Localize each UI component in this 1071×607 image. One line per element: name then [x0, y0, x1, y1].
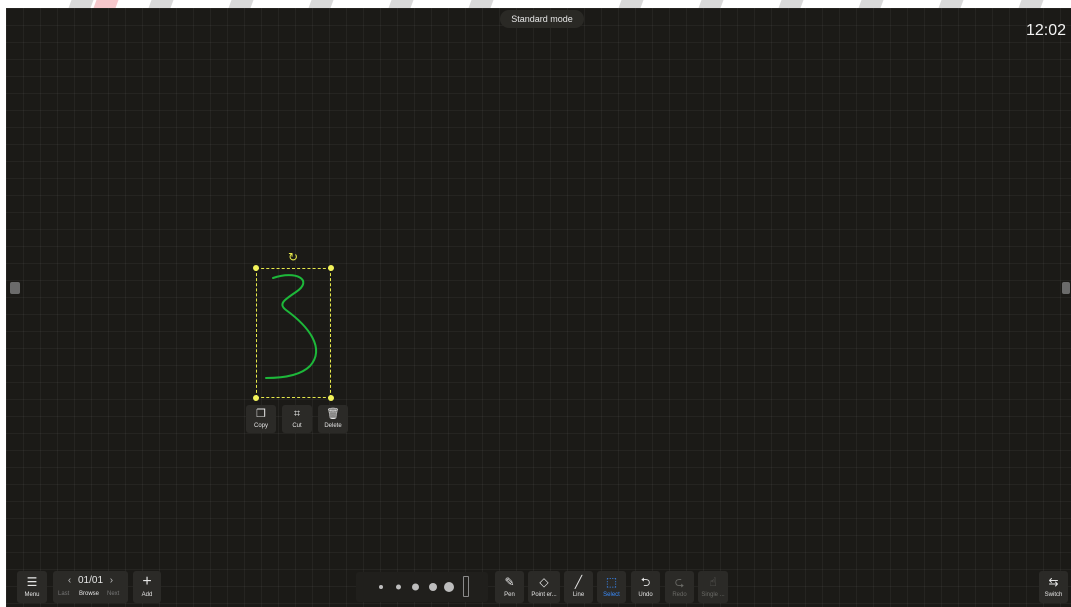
delete-label: Delete: [324, 423, 342, 429]
select-tool-button[interactable]: ⬚ Select: [597, 571, 626, 603]
browse-pages-button[interactable]: Browse: [79, 591, 99, 597]
pen-size-1[interactable]: [379, 585, 383, 589]
menu-label: Menu: [24, 592, 40, 598]
left-side-panel-handle[interactable]: [10, 282, 20, 294]
page-navigator: ‹ 01/01 › Last Browse Next: [53, 571, 128, 603]
line-tool-button[interactable]: ╱ Line: [564, 571, 593, 603]
cut-button[interactable]: ⌗ Cut: [282, 405, 312, 433]
hand-icon: ☝: [709, 575, 717, 589]
add-icon: +: [142, 573, 152, 590]
undo-button[interactable]: ⮌ Undo: [631, 571, 660, 603]
select-icon: ⬚: [605, 575, 618, 589]
pen-size-4[interactable]: [429, 583, 437, 591]
right-side-panel-handle[interactable]: [1062, 282, 1070, 294]
switch-icon: ⇆: [1048, 575, 1059, 589]
redo-label: Redo: [672, 592, 687, 598]
delete-icon: 🗑: [326, 408, 340, 420]
pen-size-2[interactable]: [396, 584, 401, 590]
undo-icon: ⮌: [640, 575, 651, 589]
pen-label: Pen: [504, 592, 515, 598]
clock: 12:02: [1025, 22, 1066, 39]
point-eraser-label: Point er...: [531, 592, 557, 598]
switch-button[interactable]: ⇆ Switch: [1039, 571, 1068, 603]
pen-icon: ✎: [504, 575, 515, 589]
redo-icon: ⮎: [674, 575, 685, 589]
add-page-button[interactable]: + Add: [133, 571, 161, 603]
selection-handle-bottom-left[interactable]: [253, 395, 259, 401]
selection-box[interactable]: [256, 268, 331, 398]
last-page-button[interactable]: Last: [58, 591, 69, 597]
menu-icon: ☰: [26, 575, 38, 589]
selection-handle-top-left[interactable]: [253, 265, 259, 271]
select-label: Select: [603, 592, 620, 598]
next-page-button[interactable]: Next: [107, 591, 119, 597]
single-touch-button[interactable]: ☝ Single ...: [698, 571, 728, 603]
pen-size-3[interactable]: [412, 583, 419, 591]
eraser-icon: ◇: [539, 575, 549, 589]
rotate-icon[interactable]: ↻: [288, 251, 298, 263]
menu-button[interactable]: ☰ Menu: [17, 571, 47, 603]
cut-icon: ⌗: [293, 408, 301, 420]
top-strip: [0, 0, 1071, 8]
copy-icon: ❐: [256, 408, 266, 420]
page-indicator: 01/01: [77, 575, 104, 586]
mode-indicator[interactable]: Standard mode: [500, 10, 584, 28]
undo-label: Undo: [638, 592, 653, 598]
selection-handle-top-right[interactable]: [328, 265, 334, 271]
pen-color-preview[interactable]: [463, 576, 469, 597]
point-eraser-button[interactable]: ◇ Point er...: [528, 571, 560, 603]
line-icon: ╱: [574, 575, 583, 589]
copy-button[interactable]: ❐ Copy: [246, 405, 276, 433]
pen-tool-button[interactable]: ✎ Pen: [495, 571, 524, 603]
redo-button[interactable]: ⮎ Redo: [665, 571, 694, 603]
delete-button[interactable]: 🗑 Delete: [318, 405, 348, 433]
selection-handle-bottom-right[interactable]: [328, 395, 334, 401]
cut-label: Cut: [292, 423, 302, 429]
single-label: Single ...: [701, 592, 725, 598]
whiteboard-canvas[interactable]: [6, 8, 1071, 607]
line-label: Line: [572, 592, 585, 598]
next-page-icon[interactable]: ›: [110, 575, 113, 586]
copy-label: Copy: [253, 423, 268, 429]
add-label: Add: [141, 592, 153, 598]
pen-size-5[interactable]: [444, 582, 454, 592]
prev-page-icon[interactable]: ‹: [68, 575, 71, 586]
switch-label: Switch: [1044, 592, 1063, 598]
